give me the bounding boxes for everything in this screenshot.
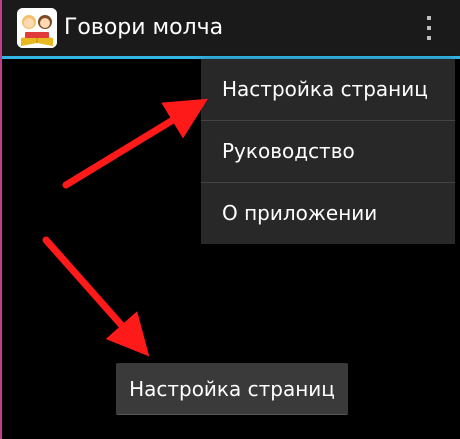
overflow-menu-button[interactable] — [414, 10, 444, 46]
app-logo-icon[interactable] — [17, 8, 57, 48]
app-title: Говори молча — [64, 15, 224, 40]
arrow-to-menu-item — [62, 98, 208, 189]
arrow-to-bottom-button — [42, 236, 150, 357]
page-settings-button[interactable]: Настройка страниц — [116, 363, 348, 415]
menu-item-guide[interactable]: Руководство — [201, 121, 455, 182]
menu-item-page-settings[interactable]: Настройка страниц — [201, 59, 455, 120]
app-screen: Говори молча Настройка страниц Руководст… — [0, 0, 460, 439]
page-settings-button-label: Настройка страниц — [129, 377, 335, 401]
overflow-menu-icon-dot — [427, 26, 431, 30]
overflow-menu-icon — [427, 16, 431, 20]
overflow-menu: Настройка страниц Руководство О приложен… — [201, 59, 455, 244]
overflow-menu-icon-dot — [427, 36, 431, 40]
menu-item-label: Руководство — [222, 139, 355, 163]
menu-item-label: Настройка страниц — [222, 77, 428, 101]
left-window-edge — [0, 0, 2, 439]
app-logo-icon-graphic — [17, 8, 57, 48]
menu-item-label: О приложении — [222, 201, 378, 225]
menu-item-about[interactable]: О приложении — [201, 183, 455, 244]
